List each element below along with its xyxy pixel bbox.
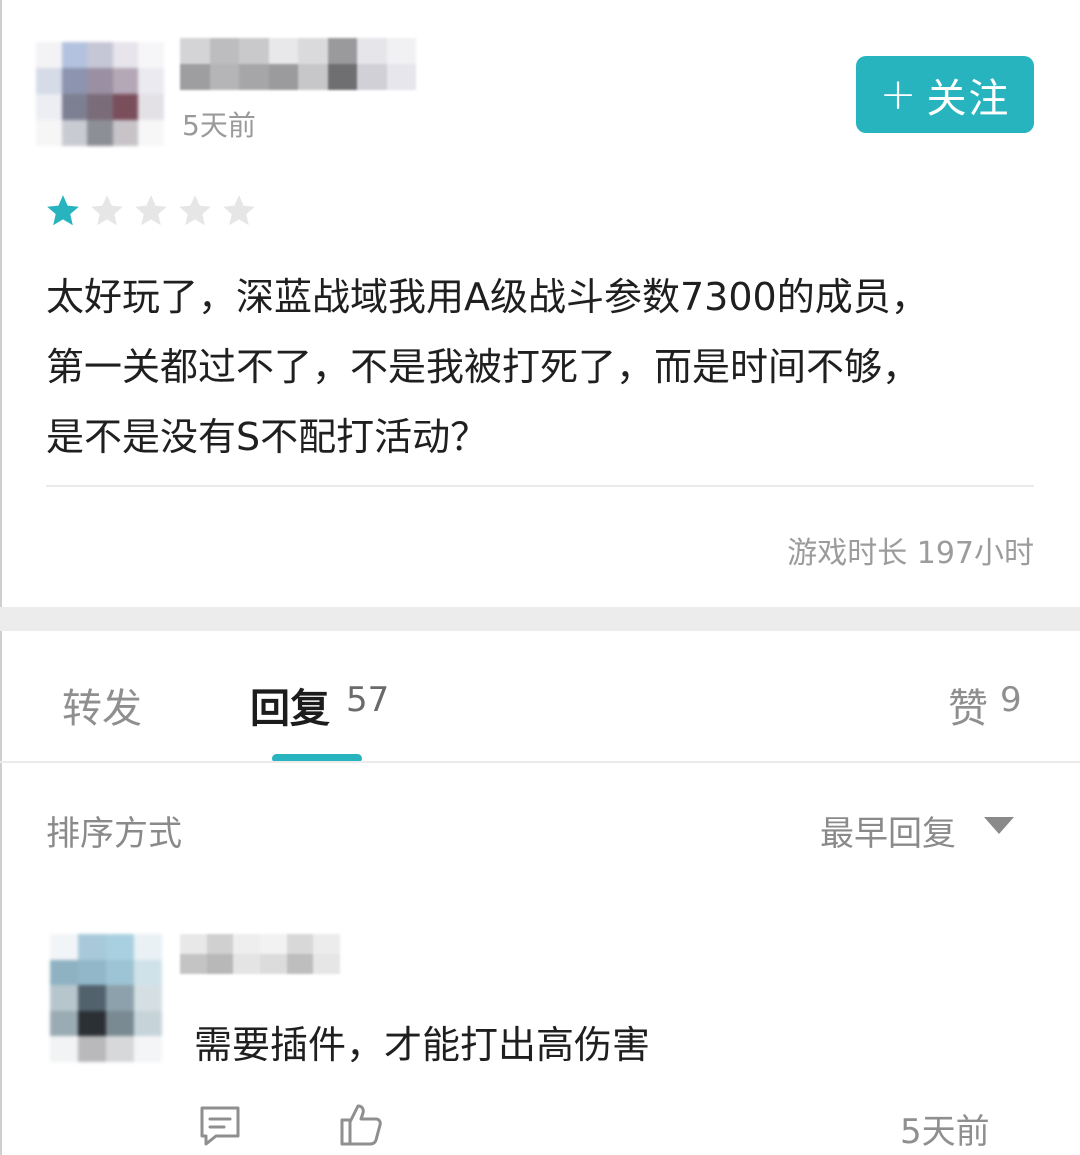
reply-author-name[interactable]: [180, 934, 340, 974]
tab-forward[interactable]: 转发: [62, 676, 142, 734]
star-icon: [91, 195, 123, 226]
star-icon: [179, 195, 211, 226]
tab-reply[interactable]: 回复: [250, 676, 330, 734]
chevron-down-icon[interactable]: [984, 817, 1014, 834]
review-line: 是不是没有S不配打活动？: [46, 415, 489, 459]
rating-stars: [44, 192, 258, 230]
section-separator: [0, 607, 1080, 631]
reply-avatar[interactable]: [50, 934, 162, 1062]
review-text: 太好玩了，深蓝战域我用A级战斗参数7300的成员， 第一关都过不了，不是我被打死…: [46, 262, 1046, 472]
like-count: 9: [1000, 680, 1022, 720]
star-icon: [223, 195, 255, 226]
comment-icon[interactable]: [196, 1102, 244, 1150]
follow-label: 关注: [926, 75, 1011, 122]
post-time: 5天前: [182, 109, 256, 142]
tab-like[interactable]: 赞: [948, 676, 988, 734]
star-icon: [47, 195, 79, 226]
author-name[interactable]: [180, 38, 416, 90]
author-avatar[interactable]: [36, 42, 164, 146]
plus-icon: +: [879, 69, 919, 120]
sort-dropdown[interactable]: 最早回复: [820, 806, 956, 855]
thumbs-up-icon[interactable]: [336, 1100, 384, 1148]
reply-text: 需要插件，才能打出高伤害: [194, 1023, 651, 1067]
tabs-divider: [0, 761, 1080, 763]
window-edge: [0, 0, 2, 1155]
sort-label: 排序方式: [46, 814, 182, 854]
reply-time: 5天前: [900, 1112, 990, 1152]
star-icon: [135, 195, 167, 226]
review-line: 太好玩了，深蓝战域我用A级战斗参数7300的成员，: [46, 275, 929, 319]
playtime-label: 游戏时长 197小时: [787, 536, 1034, 571]
reply-count: 57: [346, 680, 390, 720]
divider: [46, 485, 1034, 487]
follow-button[interactable]: + 关注: [856, 56, 1034, 133]
review-line: 第一关都过不了，不是我被打死了，而是时间不够，: [46, 345, 921, 389]
